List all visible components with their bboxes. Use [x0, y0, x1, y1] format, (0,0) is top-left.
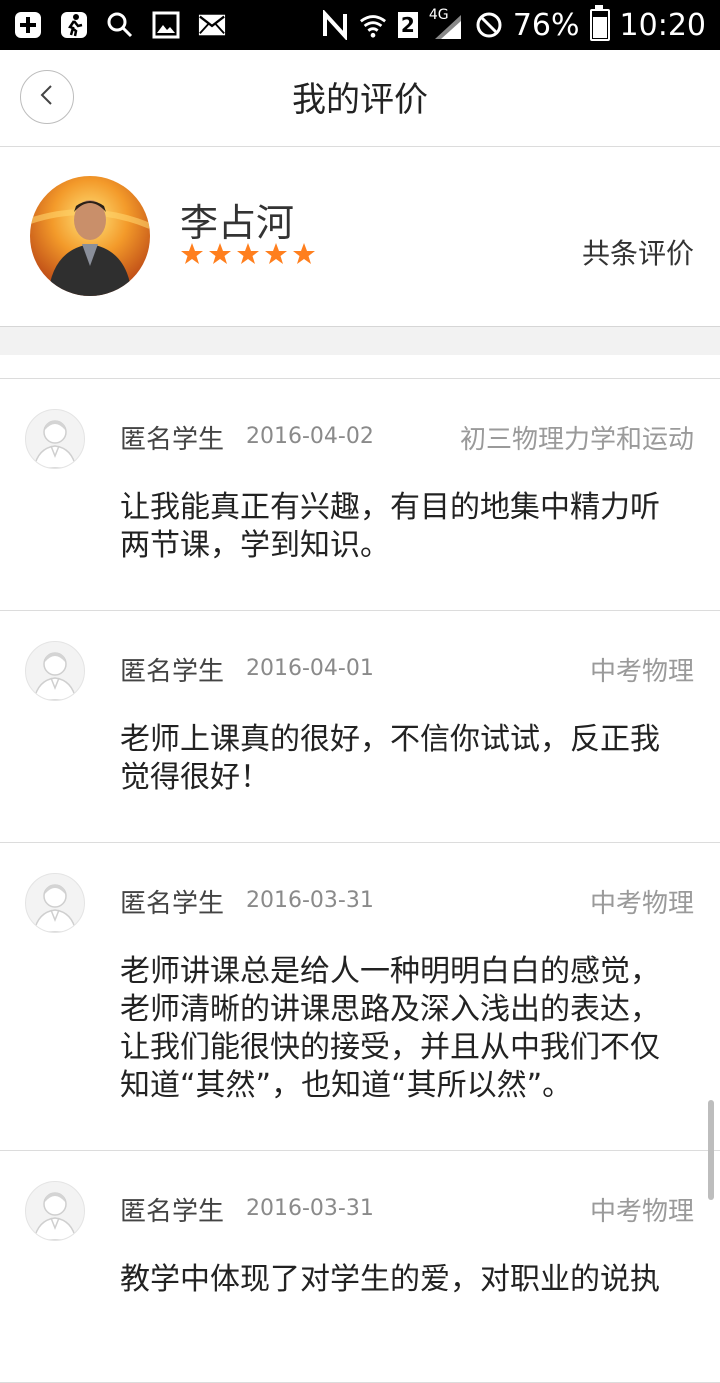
review-item[interactable]: 匿名学生 2016-03-31 中考物理老师讲课总是给人一种明明白白的感觉，老师清晰… [0, 843, 720, 1151]
star-icon [264, 242, 288, 270]
anonymous-avatar-icon [25, 641, 85, 701]
sim-icon: 2 [397, 11, 419, 39]
review-author: 匿名学生 [120, 1197, 225, 1227]
review-course: 中考物理 [589, 657, 694, 687]
anonymous-avatar-icon [25, 1181, 85, 1241]
review-course: 中考物理 [589, 1197, 694, 1227]
mail-icon [198, 11, 226, 39]
review-author: 匿名学生 [120, 889, 225, 919]
run-icon [60, 11, 88, 39]
nfc-icon [321, 10, 349, 40]
review-item[interactable]: 匿名学生 2016-04-02 初三物理力学和运动让我能真正有兴趣，有目的地集中精力… [0, 379, 720, 611]
review-text: 教学中体现了对学生的爱，对职业的说执 [120, 1262, 660, 1297]
teacher-avatar[interactable] [30, 176, 150, 296]
section-divider [0, 326, 720, 355]
star-icon [208, 242, 232, 270]
review-course: 中考物理 [589, 889, 694, 919]
review-list[interactable]: 匿名学生 2016-04-02 初三物理力学和运动让我能真正有兴趣，有目的地集中精力… [0, 379, 720, 1383]
star-icon [180, 242, 204, 270]
review-item[interactable]: 匿名学生 2016-04-01 中考物理老师上课真的很好，不信你试试，反正我觉得很好… [0, 611, 720, 843]
rating-stars [180, 242, 316, 270]
anonymous-avatar-icon [25, 873, 85, 933]
review-author: 匿名学生 [120, 425, 225, 455]
review-date: 2016-04-01 [246, 656, 374, 681]
header: 我的评价 [0, 50, 720, 147]
review-item[interactable]: 匿名学生 2016-03-31 中考物理教学中体现了对学生的爱，对职业的说执 [0, 1151, 720, 1383]
page-title: 我的评价 [292, 80, 428, 120]
battery-icon [589, 5, 610, 41]
review-text: 老师上课真的很好，不信你试试，反正我觉得很好！ [120, 722, 660, 795]
review-date: 2016-03-31 [246, 888, 374, 913]
image-icon [152, 11, 180, 39]
review-text: 老师讲课总是给人一种明明白白的感觉，老师清晰的讲课思路及深入浅出的表达，让我们能… [120, 954, 660, 1103]
review-course: 初三物理力学和运动 [459, 425, 694, 455]
wifi-icon [359, 11, 387, 39]
review-date: 2016-03-31 [246, 1196, 374, 1221]
star-icon [236, 242, 260, 270]
block-icon [475, 11, 503, 39]
teacher-name: 李占河 [180, 201, 295, 245]
review-text: 让我能真正有兴趣，有目的地集中精力听两节课，学到知识。 [120, 490, 660, 563]
star-icon [292, 242, 316, 270]
teacher-card: 李占河 共条评价 [0, 146, 720, 326]
review-count: 共条评价 [581, 237, 694, 270]
signal-icon: 4G [429, 7, 465, 39]
clock: 10:20 [619, 7, 706, 43]
add-icon [14, 11, 42, 39]
search-icon [106, 11, 134, 39]
status-bar: 2 4G 76% 10:20 [0, 0, 720, 50]
battery-percent: 76% [512, 7, 580, 43]
scrollbar[interactable] [708, 1100, 714, 1200]
review-date: 2016-04-02 [246, 424, 374, 449]
anonymous-avatar-icon [25, 409, 85, 469]
review-author: 匿名学生 [120, 657, 225, 687]
